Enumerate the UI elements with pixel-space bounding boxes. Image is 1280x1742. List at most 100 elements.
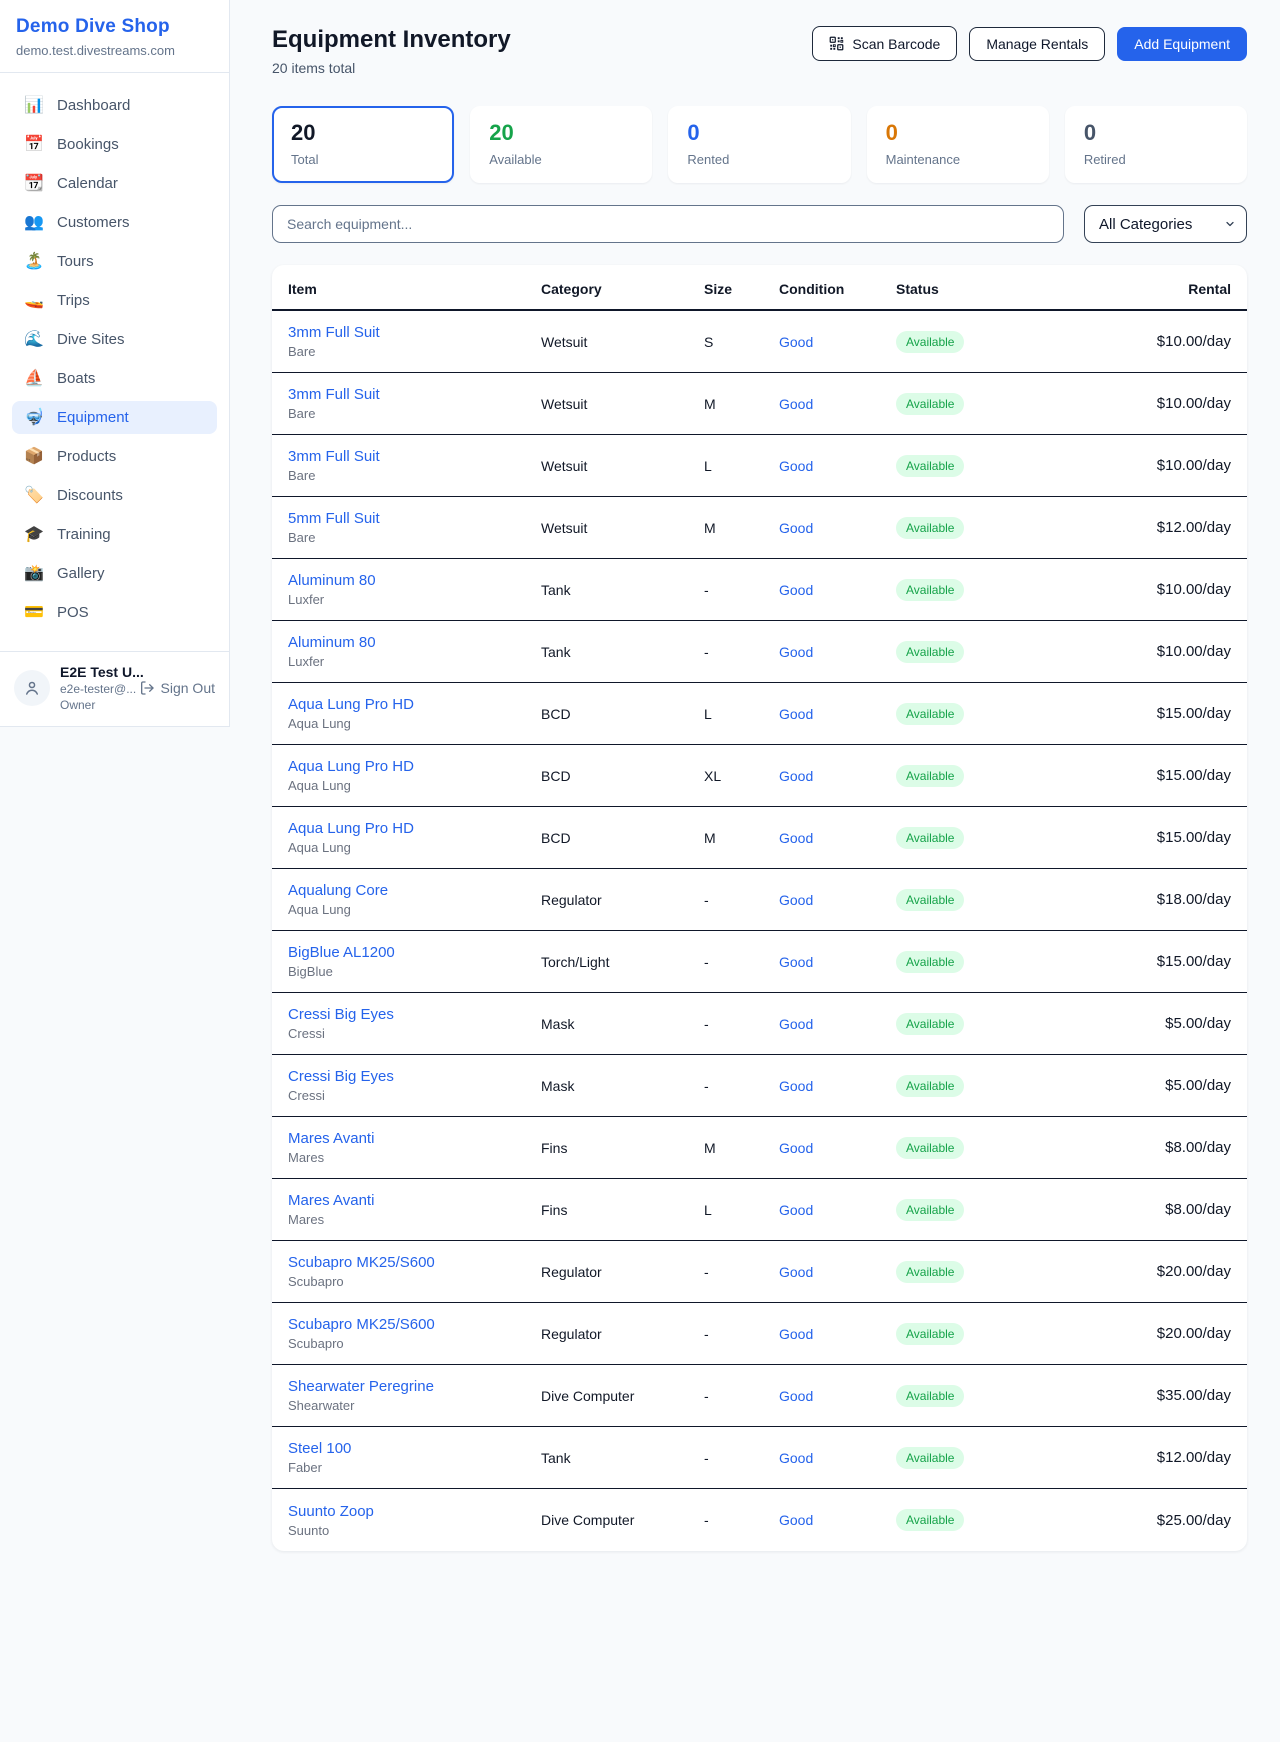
item-name-link[interactable]: Scubapro MK25/S600 bbox=[288, 1316, 541, 1333]
stat-card-retired[interactable]: 0Retired bbox=[1065, 106, 1247, 183]
status-badge: Available bbox=[896, 1137, 964, 1159]
sidebar-item-bookings[interactable]: 📅Bookings bbox=[12, 128, 217, 161]
condition-link[interactable]: Good bbox=[779, 1512, 813, 1528]
sidebar-item-training[interactable]: 🎓Training bbox=[12, 518, 217, 551]
sign-out-label: Sign Out bbox=[161, 680, 215, 696]
column-header-category: Category bbox=[541, 265, 704, 309]
sidebar-item-pos[interactable]: 💳POS bbox=[12, 596, 217, 629]
sidebar-item-trips[interactable]: 🚤Trips bbox=[12, 284, 217, 317]
item-name-link[interactable]: Aluminum 80 bbox=[288, 634, 541, 651]
condition-link[interactable]: Good bbox=[779, 520, 813, 536]
item-name-link[interactable]: Cressi Big Eyes bbox=[288, 1068, 541, 1085]
item-name-link[interactable]: 5mm Full Suit bbox=[288, 510, 541, 527]
manage-rentals-button[interactable]: Manage Rentals bbox=[969, 27, 1105, 61]
sign-out-icon bbox=[139, 680, 155, 696]
item-category: Fins bbox=[541, 1202, 704, 1218]
search-input[interactable] bbox=[272, 205, 1064, 243]
condition-link[interactable]: Good bbox=[779, 768, 813, 784]
item-name-link[interactable]: Cressi Big Eyes bbox=[288, 1006, 541, 1023]
condition-link[interactable]: Good bbox=[779, 396, 813, 412]
stat-card-maintenance[interactable]: 0Maintenance bbox=[867, 106, 1049, 183]
item-size: - bbox=[704, 1078, 779, 1094]
rental-price: $25.00/day bbox=[1064, 1512, 1231, 1529]
condition-link[interactable]: Good bbox=[779, 706, 813, 722]
sidebar-item-discounts[interactable]: 🏷️Discounts bbox=[12, 479, 217, 512]
scan-barcode-button[interactable]: Scan Barcode bbox=[812, 26, 957, 61]
sidebar-item-dashboard[interactable]: 📊Dashboard bbox=[12, 89, 217, 122]
scan-barcode-label: Scan Barcode bbox=[852, 37, 940, 51]
condition-link[interactable]: Good bbox=[779, 458, 813, 474]
item-name-link[interactable]: Aqua Lung Pro HD bbox=[288, 820, 541, 837]
sidebar-item-gallery[interactable]: 📸Gallery bbox=[12, 557, 217, 590]
stat-card-available[interactable]: 20Available bbox=[470, 106, 652, 183]
brand-name[interactable]: Demo Dive Shop bbox=[16, 16, 209, 38]
rental-price: $10.00/day bbox=[1064, 395, 1231, 412]
condition-link[interactable]: Good bbox=[779, 1388, 813, 1404]
sidebar-item-boats[interactable]: ⛵Boats bbox=[12, 362, 217, 395]
sidebar-item-products[interactable]: 📦Products bbox=[12, 440, 217, 473]
item-cell: Scubapro MK25/S600Scubapro bbox=[288, 1316, 541, 1351]
condition-link[interactable]: Good bbox=[779, 1202, 813, 1218]
item-name-link[interactable]: Aqua Lung Pro HD bbox=[288, 696, 541, 713]
item-name-link[interactable]: Mares Avanti bbox=[288, 1192, 541, 1209]
condition-link[interactable]: Good bbox=[779, 334, 813, 350]
items-total-count: 20 items total bbox=[272, 60, 511, 76]
header-actions: Scan Barcode Manage Rentals Add Equipmen… bbox=[812, 26, 1247, 61]
sign-out-button[interactable]: Sign Out bbox=[139, 680, 215, 696]
condition-link[interactable]: Good bbox=[779, 582, 813, 598]
column-header-size: Size bbox=[704, 265, 779, 309]
status-badge: Available bbox=[896, 827, 964, 849]
add-equipment-button[interactable]: Add Equipment bbox=[1117, 27, 1247, 61]
status-badge: Available bbox=[896, 517, 964, 539]
condition-link[interactable]: Good bbox=[779, 954, 813, 970]
condition-link[interactable]: Good bbox=[779, 1078, 813, 1094]
stat-card-total[interactable]: 20Total bbox=[272, 106, 454, 183]
item-name-link[interactable]: Aqua Lung Pro HD bbox=[288, 758, 541, 775]
item-name-link[interactable]: BigBlue AL1200 bbox=[288, 944, 541, 961]
condition-link[interactable]: Good bbox=[779, 1450, 813, 1466]
table-row: Aqualung CoreAqua LungRegulator-GoodAvai… bbox=[272, 869, 1247, 931]
stats-row: 20Total20Available0Rented0Maintenance0Re… bbox=[272, 106, 1247, 183]
condition-cell: Good bbox=[779, 954, 896, 970]
condition-link[interactable]: Good bbox=[779, 1140, 813, 1156]
sidebar-item-customers[interactable]: 👥Customers bbox=[12, 206, 217, 239]
condition-link[interactable]: Good bbox=[779, 1264, 813, 1280]
item-cell: 5mm Full SuitBare bbox=[288, 510, 541, 545]
sidebar-item-label: Bookings bbox=[57, 136, 119, 153]
condition-link[interactable]: Good bbox=[779, 644, 813, 660]
item-name-link[interactable]: 3mm Full Suit bbox=[288, 448, 541, 465]
condition-cell: Good bbox=[779, 768, 896, 784]
item-name-link[interactable]: Aluminum 80 bbox=[288, 572, 541, 589]
rental-price: $15.00/day bbox=[1064, 705, 1231, 722]
item-name-link[interactable]: Mares Avanti bbox=[288, 1130, 541, 1147]
sidebar-item-equipment[interactable]: 🤿Equipment bbox=[12, 401, 217, 434]
item-brand: Mares bbox=[288, 1212, 541, 1227]
item-category: Wetsuit bbox=[541, 520, 704, 536]
item-name-link[interactable]: Suunto Zoop bbox=[288, 1503, 541, 1520]
sidebar-item-label: Tours bbox=[57, 253, 94, 270]
status-cell: Available bbox=[896, 889, 1064, 911]
status-cell: Available bbox=[896, 1199, 1064, 1221]
item-name-link[interactable]: 3mm Full Suit bbox=[288, 324, 541, 341]
condition-cell: Good bbox=[779, 1016, 896, 1032]
item-cell: 3mm Full SuitBare bbox=[288, 386, 541, 421]
avatar bbox=[14, 670, 50, 706]
item-name-link[interactable]: 3mm Full Suit bbox=[288, 386, 541, 403]
column-header-item: Item bbox=[288, 265, 541, 309]
condition-link[interactable]: Good bbox=[779, 1016, 813, 1032]
status-cell: Available bbox=[896, 393, 1064, 415]
sidebar-item-tours[interactable]: 🏝️Tours bbox=[12, 245, 217, 278]
condition-link[interactable]: Good bbox=[779, 830, 813, 846]
item-name-link[interactable]: Aqualung Core bbox=[288, 882, 541, 899]
stat-card-rented[interactable]: 0Rented bbox=[668, 106, 850, 183]
sidebar-item-dive-sites[interactable]: 🌊Dive Sites bbox=[12, 323, 217, 356]
item-name-link[interactable]: Scubapro MK25/S600 bbox=[288, 1254, 541, 1271]
sidebar-item-calendar[interactable]: 📆Calendar bbox=[12, 167, 217, 200]
condition-link[interactable]: Good bbox=[779, 892, 813, 908]
condition-cell: Good bbox=[779, 830, 896, 846]
rental-price: $10.00/day bbox=[1064, 581, 1231, 598]
condition-link[interactable]: Good bbox=[779, 1326, 813, 1342]
category-select[interactable]: All Categories bbox=[1084, 205, 1247, 243]
item-name-link[interactable]: Steel 100 bbox=[288, 1440, 541, 1457]
item-name-link[interactable]: Shearwater Peregrine bbox=[288, 1378, 541, 1395]
